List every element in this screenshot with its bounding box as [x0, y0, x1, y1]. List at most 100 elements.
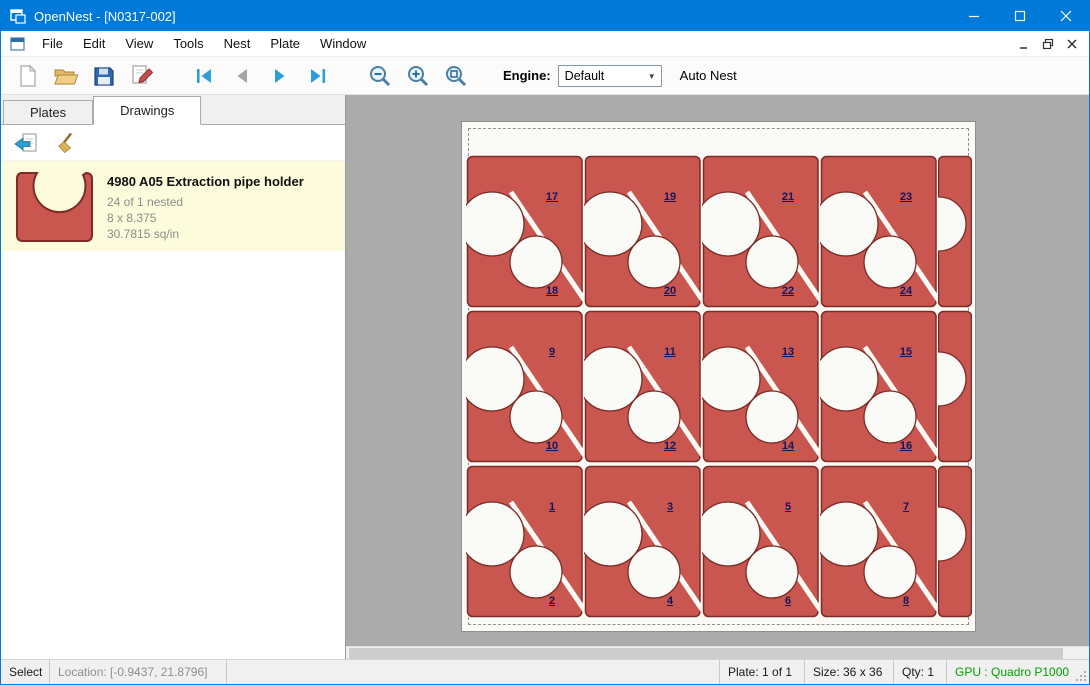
menu-item-file[interactable]: File — [32, 31, 73, 56]
nested-part-pair[interactable]: 1920 — [584, 154, 702, 309]
drawing-dimensions: 8 x 8.375 — [107, 210, 304, 226]
plate: 171819202122232491011121314151612345678 — [461, 121, 976, 632]
mdi-close-icon[interactable] — [1063, 36, 1081, 52]
nested-part-pair[interactable]: 13 14 — [702, 309, 820, 464]
menu-item-window[interactable]: Window — [310, 31, 376, 56]
nav-previous-button[interactable] — [227, 61, 257, 91]
nested-part-pair[interactable]: 1516 — [820, 309, 938, 464]
engine-label: Engine: — [503, 68, 551, 83]
status-mode: Select — [1, 660, 49, 684]
status-location: Location: [-0.9437, 21.8796] — [50, 660, 226, 684]
drawing-title: 4980 A05 Extraction pipe holder — [107, 174, 304, 189]
nav-last-icon — [308, 67, 328, 85]
status-separator — [226, 660, 227, 684]
drawing-nested-count: 24 of 1 nested — [107, 194, 304, 210]
nested-part-edge-piece[interactable] — [938, 464, 972, 619]
nav-last-button[interactable] — [303, 61, 333, 91]
mdi-minimize-icon[interactable] — [1015, 36, 1033, 52]
nested-part-pair[interactable]: 78 — [820, 464, 938, 619]
mdi-child-icon — [10, 36, 26, 52]
part-number: 12 — [664, 440, 676, 452]
import-drawing-icon — [13, 131, 39, 155]
part-number: 9 — [549, 346, 555, 358]
tab-plates[interactable]: Plates — [3, 100, 93, 124]
main-toolbar: Engine: Default ▼ Auto Nest — [1, 57, 1089, 95]
part-number: 10 — [546, 440, 558, 452]
mdi-restore-icon[interactable] — [1039, 36, 1057, 52]
drawing-list: 4980 A05 Extraction pipe holder 24 of 1 … — [1, 161, 345, 659]
part-number: 2 — [549, 595, 555, 607]
nesting-canvas[interactable]: 171819202122232491011121314151612345678 — [346, 95, 1089, 659]
part-number: 24 — [900, 285, 912, 297]
nested-part-pair[interactable]: 56 — [702, 464, 820, 619]
broom-icon — [56, 131, 80, 155]
scrollbar-thumb[interactable] — [349, 648, 1063, 659]
nested-part-pair[interactable]: 34 — [584, 464, 702, 619]
nested-part-edge-piece[interactable] — [938, 154, 972, 309]
chevron-down-icon: ▼ — [648, 72, 656, 81]
sidebar: Plates Drawings — [1, 95, 346, 659]
nested-part-pair[interactable]: 23 24 — [820, 154, 938, 309]
part-number: 14 — [782, 440, 794, 452]
zoom-out-button[interactable] — [365, 61, 395, 91]
part-number: 1 — [549, 501, 555, 513]
new-file-button[interactable] — [13, 61, 43, 91]
zoom-in-button[interactable] — [403, 61, 433, 91]
horizontal-scrollbar[interactable] — [346, 646, 1089, 659]
nav-first-button[interactable] — [189, 61, 219, 91]
nested-part-pair[interactable]: 12 — [466, 464, 584, 619]
menu-item-edit[interactable]: Edit — [73, 31, 115, 56]
close-button[interactable] — [1043, 1, 1089, 31]
status-plate: Plate: 1 of 1 — [720, 660, 804, 684]
status-size: Size: 36 x 36 — [805, 660, 893, 684]
part-number: 13 — [782, 346, 794, 358]
status-gpu: GPU : Quadro P1000 — [947, 660, 1073, 684]
open-button[interactable] — [51, 61, 81, 91]
import-drawing-button[interactable] — [11, 129, 41, 157]
engine-select[interactable]: Default ▼ — [558, 65, 662, 87]
part-number: 23 — [900, 191, 912, 203]
part-number: 15 — [900, 346, 912, 358]
auto-nest-button[interactable]: Auto Nest — [680, 68, 737, 83]
nested-part-pair[interactable]: 11 12 — [584, 309, 702, 464]
part-number: 3 — [667, 501, 673, 513]
app-icon — [10, 8, 26, 24]
part-thumbnail — [9, 168, 101, 244]
part-number: 18 — [546, 285, 558, 297]
part-number: 19 — [664, 191, 676, 203]
menu-item-tools[interactable]: Tools — [163, 31, 213, 56]
part-number: 16 — [900, 440, 912, 452]
nav-next-icon — [270, 67, 290, 85]
zoom-out-icon — [368, 64, 392, 88]
open-folder-icon — [53, 65, 79, 87]
nested-part-edge-piece[interactable] — [938, 309, 972, 464]
menu-item-nest[interactable]: Nest — [214, 31, 261, 56]
nested-part-pair[interactable]: 1718 — [466, 154, 584, 309]
drawing-list-item[interactable]: 4980 A05 Extraction pipe holder 24 of 1 … — [1, 161, 345, 251]
part-number: 11 — [664, 346, 676, 358]
nav-next-button[interactable] — [265, 61, 295, 91]
maximize-button[interactable] — [997, 1, 1043, 31]
part-number: 4 — [667, 595, 673, 607]
drawing-area: 30.7815 sq/in — [107, 226, 304, 242]
title-bar: OpenNest - [N0317-002] — [1, 1, 1089, 31]
status-bar: Select Location: [-0.9437, 21.8796] Plat… — [1, 659, 1089, 684]
part-number: 22 — [782, 285, 794, 297]
nav-first-icon — [194, 67, 214, 85]
clean-button[interactable] — [53, 129, 83, 157]
save-button[interactable] — [89, 61, 119, 91]
tab-strip: Plates Drawings — [1, 95, 345, 125]
zoom-fit-icon — [444, 64, 468, 88]
part-number: 5 — [785, 501, 791, 513]
menu-item-plate[interactable]: Plate — [260, 31, 310, 56]
tab-drawings[interactable]: Drawings — [93, 96, 201, 125]
menu-item-view[interactable]: View — [115, 31, 163, 56]
engine-value: Default — [565, 69, 605, 83]
menu-bar: File Edit View Tools Nest Plate Window — [1, 31, 1089, 57]
minimize-button[interactable] — [951, 1, 997, 31]
nested-part-pair[interactable]: 2122 — [702, 154, 820, 309]
nested-part-pair[interactable]: 9 10 — [466, 309, 584, 464]
zoom-fit-button[interactable] — [441, 61, 471, 91]
save-edit-button[interactable] — [127, 61, 157, 91]
resize-grip[interactable] — [1073, 660, 1089, 684]
